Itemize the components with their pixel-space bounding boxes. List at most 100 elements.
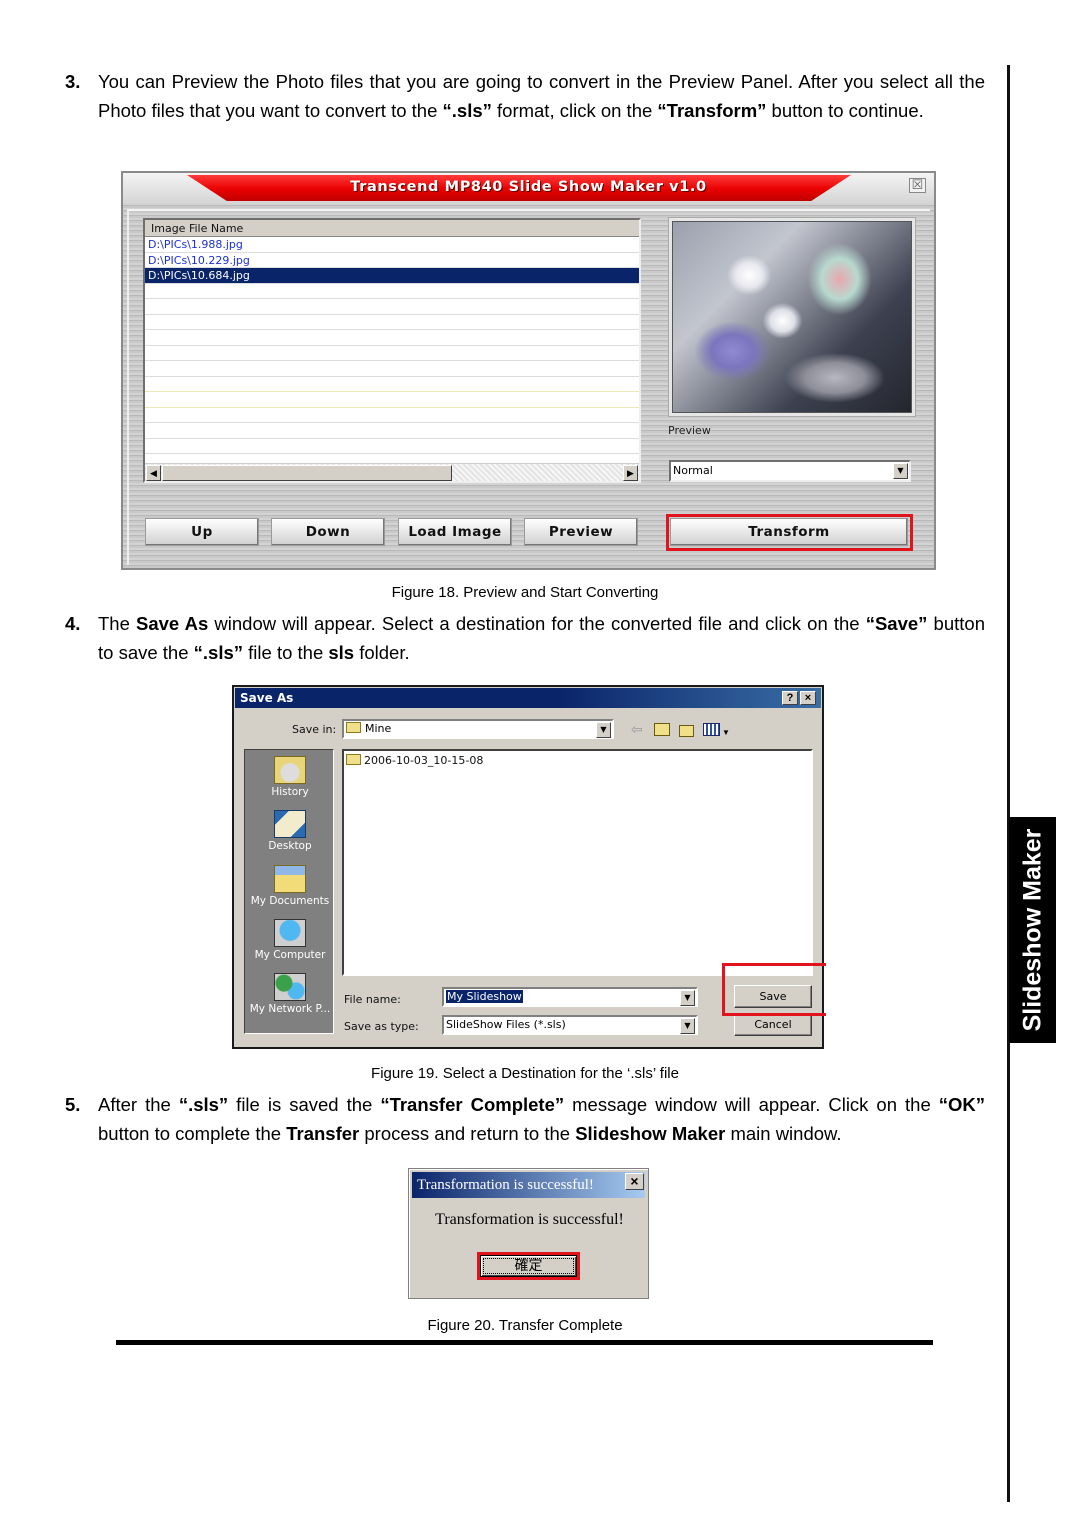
chevron-down-icon[interactable]: ▼ <box>722 725 730 741</box>
place-my-network-places[interactable]: My Network P... <box>245 973 335 1015</box>
figure-18-caption: Figure 18. Preview and Start Converting <box>391 584 659 601</box>
empty-row <box>145 330 639 346</box>
section-tab: Slideshow Maker <box>1009 817 1056 1043</box>
body-text: file is saved the <box>228 1094 381 1115</box>
body-text: button to complete the <box>98 1123 287 1144</box>
emphasis-text: “OK” <box>938 1094 985 1115</box>
empty-row <box>145 439 639 454</box>
body-text: file to the <box>243 642 329 663</box>
file-row[interactable]: D:\PICs\10.684.jpg <box>145 268 639 284</box>
empty-row <box>145 392 639 408</box>
body-text: The <box>98 613 136 634</box>
file-rows: D:\PICs\1.988.jpg D:\PICs\10.229.jpg D:\PI… <box>145 237 639 454</box>
save-as-type-select[interactable]: SlideShow Files (*.sls) ▼ <box>442 1015 698 1035</box>
file-row[interactable]: D:\PICs\1.988.jpg <box>145 237 639 253</box>
dialog-title: Transformation is successful! <box>412 1172 645 1198</box>
figure-19-caption: Figure 19. Select a Destination for the … <box>371 1065 679 1082</box>
up-button[interactable]: Up <box>145 518 259 546</box>
step-number: 4. <box>65 613 81 634</box>
scroll-thumb[interactable] <box>162 465 452 481</box>
body-text: After the <box>98 1094 179 1115</box>
empty-row <box>145 377 639 392</box>
section-divider <box>116 1340 933 1345</box>
save-as-type-label: Save as type: <box>344 1020 419 1033</box>
empty-row <box>145 408 639 423</box>
file-row[interactable]: D:\PICs\10.229.jpg <box>145 253 639 268</box>
file-name-label: File name: <box>344 993 401 1006</box>
save-highlight <box>722 963 826 1016</box>
body-text: format, click on the <box>491 100 658 121</box>
folder-icon <box>346 722 361 733</box>
view-menu-icon[interactable] <box>703 723 720 736</box>
body-text: folder. <box>354 642 410 663</box>
preview-button[interactable]: Preview <box>524 518 638 546</box>
scroll-right-icon[interactable]: ▶ <box>623 465 638 481</box>
chevron-down-icon[interactable]: ▼ <box>596 722 611 738</box>
chevron-down-icon[interactable]: ▼ <box>893 463 908 479</box>
emphasis-text: “Transfer Complete” <box>380 1094 565 1115</box>
emphasis-text: “.sls” <box>193 642 244 663</box>
preview-panel <box>668 217 916 417</box>
new-folder-icon[interactable] <box>679 725 694 737</box>
empty-row <box>145 423 639 439</box>
emphasis-text: Transfer <box>286 1123 360 1144</box>
save-in-select[interactable]: Mine ▼ <box>342 719 614 739</box>
title-bar: Transcend MP840 Slide Show Maker v1.0 ☒ <box>123 173 934 203</box>
column-header-image-file-name[interactable]: Image File Name <box>145 220 639 237</box>
display-mode-value: Normal <box>673 464 713 477</box>
cancel-button[interactable]: Cancel <box>734 1013 812 1036</box>
file-name-input[interactable]: My Slideshow ▼ <box>442 987 698 1007</box>
folder-name: 2006-10-03_10-15-08 <box>364 754 484 767</box>
horizontal-scrollbar[interactable]: ◀ ▶ <box>145 463 639 481</box>
scroll-left-icon[interactable]: ◀ <box>146 465 161 481</box>
my-documents-icon <box>274 865 306 893</box>
help-icon[interactable]: ? <box>782 691 798 705</box>
emphasis-text: Save As <box>136 613 209 634</box>
preview-label: Preview <box>668 424 711 437</box>
step-text: You can Preview the Photo files that you… <box>98 67 985 125</box>
body-text: main window. <box>725 1123 842 1144</box>
close-icon[interactable]: × <box>800 691 816 705</box>
folder-icon <box>346 754 361 765</box>
place-label: Desktop <box>268 840 312 852</box>
up-folder-icon[interactable] <box>654 723 670 736</box>
place-desktop[interactable]: Desktop <box>245 810 335 852</box>
down-button[interactable]: Down <box>271 518 385 546</box>
display-mode-select[interactable]: Normal ▼ <box>669 460 911 482</box>
save-in-value: Mine <box>365 722 392 735</box>
emphasis-text: “.sls” <box>442 100 492 121</box>
slide-show-maker-window: Transcend MP840 Slide Show Maker v1.0 ☒ … <box>121 171 936 570</box>
places-bar: History Desktop My Documents My Computer… <box>244 749 334 1034</box>
chevron-down-icon[interactable]: ▼ <box>680 1018 695 1034</box>
emphasis-text: Slideshow Maker <box>575 1123 726 1144</box>
empty-row <box>145 315 639 330</box>
place-my-documents[interactable]: My Documents <box>245 865 335 907</box>
back-icon[interactable]: ⇦ <box>631 721 643 737</box>
ok-button[interactable]: 確定 <box>480 1255 577 1277</box>
emphasis-text: sls <box>328 642 355 663</box>
preview-image <box>672 221 912 413</box>
empty-row <box>145 284 639 299</box>
empty-row <box>145 299 639 315</box>
step-text: After the “.sls” file is saved the “Tran… <box>98 1090 985 1148</box>
save-in-label: Save in: <box>292 723 337 736</box>
body-text: message window will appear. Click on the <box>564 1094 939 1115</box>
empty-row <box>145 346 639 361</box>
close-icon[interactable]: ☒ <box>909 178 926 193</box>
folder-item[interactable]: 2006-10-03_10-15-08 <box>346 754 483 767</box>
emphasis-text: “Save” <box>865 613 928 634</box>
section-tab-label: Slideshow Maker <box>1018 828 1046 1032</box>
body-text: button to continue. <box>766 100 924 121</box>
place-my-computer[interactable]: My Computer <box>245 919 335 961</box>
folder-contents[interactable]: 2006-10-03_10-15-08 <box>342 749 813 976</box>
save-as-type-value: SlideShow Files (*.sls) <box>446 1018 566 1031</box>
figure-20-caption: Figure 20. Transfer Complete <box>427 1317 623 1334</box>
load-image-button[interactable]: Load Image <box>398 518 512 546</box>
close-icon[interactable]: × <box>625 1173 644 1190</box>
body-text: window will appear. Select a destination… <box>208 613 866 634</box>
chevron-down-icon[interactable]: ▼ <box>680 990 695 1006</box>
ok-button-label: 確定 <box>483 1258 574 1274</box>
place-history[interactable]: History <box>245 756 335 798</box>
file-name-value: My Slideshow <box>446 990 523 1003</box>
image-file-list[interactable]: Image File Name D:\PICs\1.988.jpg D:\PICs… <box>143 218 641 483</box>
